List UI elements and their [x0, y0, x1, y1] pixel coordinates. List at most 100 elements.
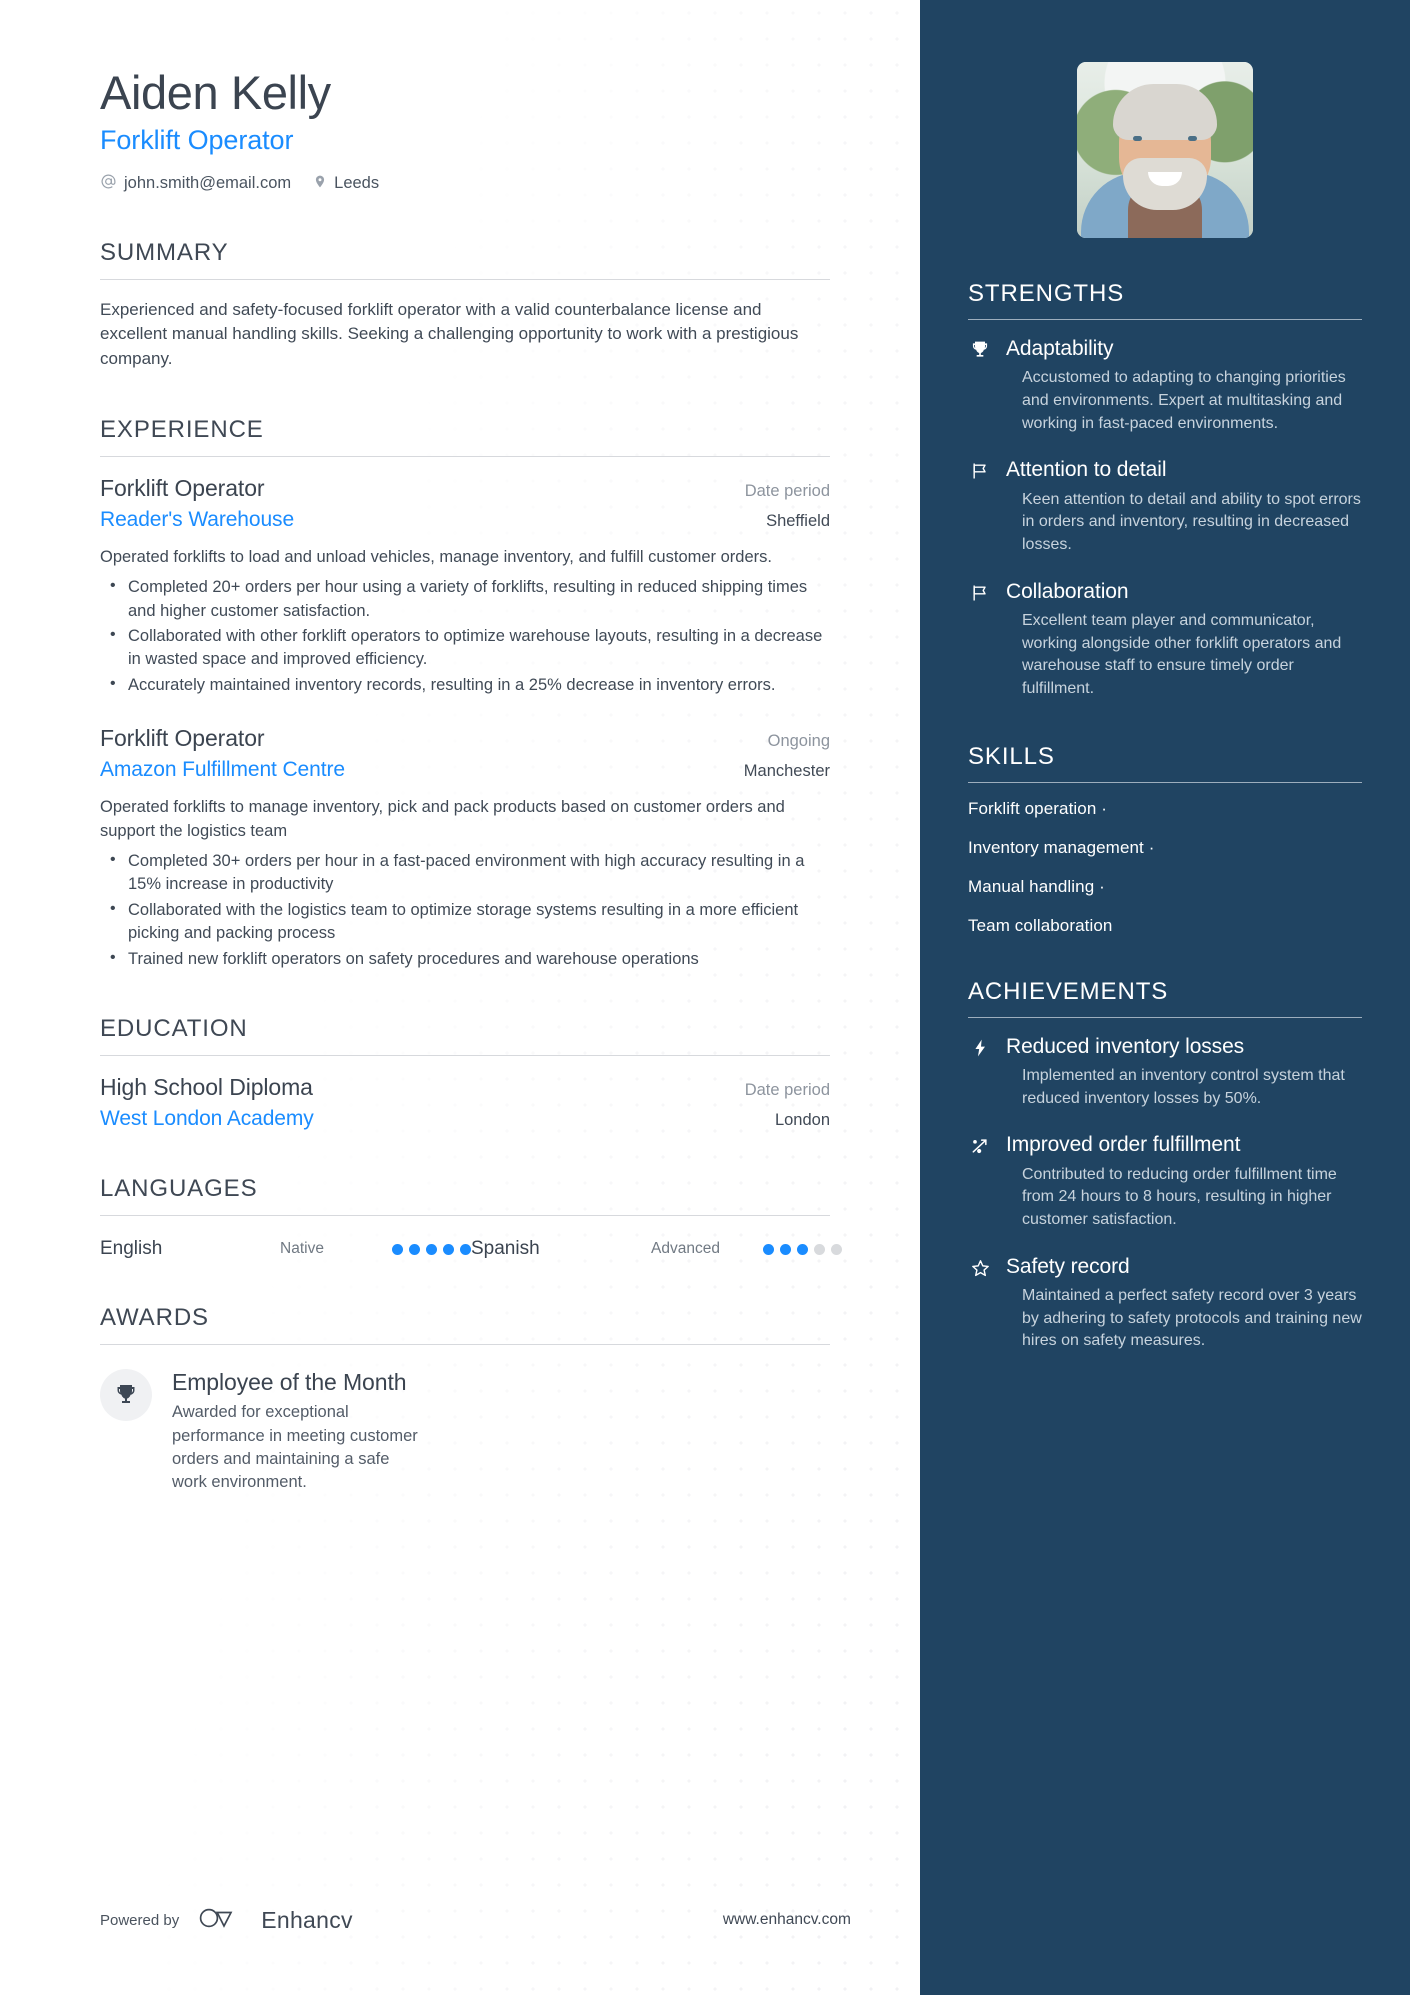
experience-location: Manchester — [743, 762, 830, 781]
section-awards: AWARDS Employee of the Month Awarded for… — [100, 1304, 830, 1495]
experience-role: Forklift Operator — [100, 474, 265, 501]
language-item: English Native — [100, 1238, 471, 1260]
achievement-item: Reduced inventory losses Implemented an … — [968, 1034, 1362, 1111]
experience-bullets: Completed 30+ orders per hour in a fast-… — [100, 849, 830, 971]
flag-icon — [968, 457, 992, 556]
section-achievements: ACHIEVEMENTS Reduced inventory losses Im… — [968, 978, 1362, 1353]
achievement-title: Reduced inventory losses — [1006, 1034, 1245, 1058]
contact-email-text: john.smith@email.com — [124, 174, 292, 193]
main-column: Aiden Kelly Forklift Operator john.smith… — [0, 0, 920, 1995]
strength-title: Adaptability — [1006, 337, 1114, 360]
section-title-awards: AWARDS — [100, 1304, 209, 1332]
section-title-education: EDUCATION — [100, 1015, 248, 1043]
lightning-bolt-icon — [968, 1034, 992, 1111]
section-experience: EXPERIENCE Forklift Operator Date period… — [100, 416, 830, 971]
language-item: Spanish Advanced — [471, 1238, 842, 1260]
education-school-link[interactable]: West London Academy — [100, 1107, 314, 1131]
resume-page: Aiden Kelly Forklift Operator john.smith… — [0, 0, 1410, 1995]
powered-by-label: Powered by — [100, 1911, 180, 1929]
experience-bullets: Completed 20+ orders per hour using a va… — [100, 575, 830, 697]
language-level: Advanced — [651, 1240, 720, 1258]
skill-item: Forklift operation · — [968, 798, 1107, 818]
summary-text: Experienced and safety-focused forklift … — [100, 299, 799, 369]
achievement-item: Safety record Maintained a perfect safet… — [968, 1254, 1362, 1353]
section-summary: SUMMARY Experienced and safety-focused f… — [100, 239, 830, 372]
experience-date: Ongoing — [767, 732, 830, 751]
skill-item: Manual handling · — [968, 876, 1105, 896]
experience-description: Operated forklifts to load and unload ve… — [100, 547, 772, 566]
language-level: Native — [280, 1240, 324, 1258]
languages-row: English Native Spanish Advanced — [100, 1234, 842, 1260]
powered-by-block: Powered by Enhancv — [100, 1905, 353, 1935]
contact-list: john.smith@email.com Leeds — [100, 173, 830, 195]
section-title-summary: SUMMARY — [100, 238, 229, 266]
page-title: Aiden Kelly — [100, 66, 331, 119]
section-title-strengths: STRENGTHS — [968, 280, 1125, 307]
at-icon — [100, 173, 117, 195]
contact-location-text: Leeds — [334, 174, 380, 193]
education-date: Date period — [744, 1081, 830, 1100]
award-item: Employee of the Month Awarded for except… — [100, 1363, 830, 1495]
sidebar: STRENGTHS Adaptability Accustomed to ada… — [920, 0, 1410, 1995]
rating-dot — [426, 1243, 437, 1255]
divider — [968, 781, 1362, 783]
achievement-title: Improved order fulfillment — [1006, 1133, 1241, 1157]
award-description: Awarded for exceptional performance in m… — [172, 1403, 418, 1492]
section-title-achievements: ACHIEVEMENTS — [968, 977, 1169, 1005]
achievement-description: Contributed to reducing order fulfillmen… — [1022, 1165, 1337, 1228]
language-rating-dots — [392, 1243, 471, 1255]
award-title: Employee of the Month — [172, 1369, 407, 1396]
strength-item: Collaboration Excellent team player and … — [968, 579, 1362, 701]
education-entry: High School Diploma Date period West Lon… — [100, 1074, 830, 1131]
achievement-description: Maintained a perfect safety record over … — [1022, 1286, 1362, 1350]
rating-dot — [831, 1243, 842, 1255]
rating-dot — [780, 1243, 791, 1255]
experience-location: Sheffield — [766, 511, 830, 530]
section-skills: SKILLS Forklift operation · Inventory ma… — [968, 743, 1362, 936]
section-title-experience: EXPERIENCE — [100, 415, 264, 443]
list-item: Accurately maintained inventory records,… — [100, 673, 830, 697]
flag-icon — [968, 579, 992, 701]
avatar-eye-right — [1188, 136, 1197, 141]
list-item: Completed 30+ orders per hour in a fast-… — [100, 849, 830, 897]
section-title-skills: SKILLS — [968, 742, 1055, 770]
list-item: Trained new forklift operators on safety… — [100, 947, 830, 971]
rating-dot — [392, 1243, 403, 1255]
strength-title: Collaboration — [1006, 579, 1129, 603]
rating-dot — [797, 1243, 808, 1255]
contact-location: Leeds — [313, 173, 379, 195]
language-name: English — [100, 1238, 163, 1260]
rating-dot — [443, 1243, 454, 1255]
strength-description: Accustomed to adapting to changing prior… — [1022, 369, 1346, 432]
strength-title: Attention to detail — [1006, 458, 1167, 482]
enhancv-logo-icon — [197, 1905, 243, 1935]
divider — [968, 319, 1362, 320]
skill-item: Inventory management · — [968, 837, 1155, 857]
language-name: Spanish — [471, 1238, 540, 1260]
experience-date: Date period — [744, 481, 830, 500]
achievement-description: Implemented an inventory control system … — [1022, 1066, 1345, 1107]
rating-dot — [763, 1243, 774, 1255]
star-icon — [968, 1254, 992, 1353]
header-block: Aiden Kelly Forklift Operator john.smith… — [100, 66, 830, 195]
avatar — [1077, 62, 1253, 238]
map-pin-icon — [313, 173, 327, 195]
strength-description: Keen attention to detail and ability to … — [1022, 490, 1361, 553]
strength-description: Excellent team player and communicator, … — [1022, 611, 1342, 698]
chart-arrow-icon — [968, 1132, 992, 1231]
experience-company-link[interactable]: Reader's Warehouse — [100, 508, 294, 532]
skill-item: Team collaboration — [968, 915, 1113, 935]
education-degree: High School Diploma — [100, 1074, 313, 1101]
education-location: London — [774, 1111, 830, 1130]
trophy-icon — [100, 1369, 152, 1422]
contact-email[interactable]: john.smith@email.com — [100, 173, 291, 195]
footer-url[interactable]: www.enhancv.com — [723, 1911, 851, 1929]
experience-company-link[interactable]: Amazon Fulfillment Centre — [100, 758, 345, 782]
rating-dot — [814, 1243, 825, 1255]
strength-item: Adaptability Accustomed to adapting to c… — [968, 336, 1362, 435]
rating-dot — [409, 1243, 420, 1255]
section-education: EDUCATION High School Diploma Date perio… — [100, 1015, 830, 1131]
avatar-wrap — [968, 62, 1362, 238]
trophy-icon — [968, 336, 992, 435]
rating-dot — [460, 1243, 471, 1255]
